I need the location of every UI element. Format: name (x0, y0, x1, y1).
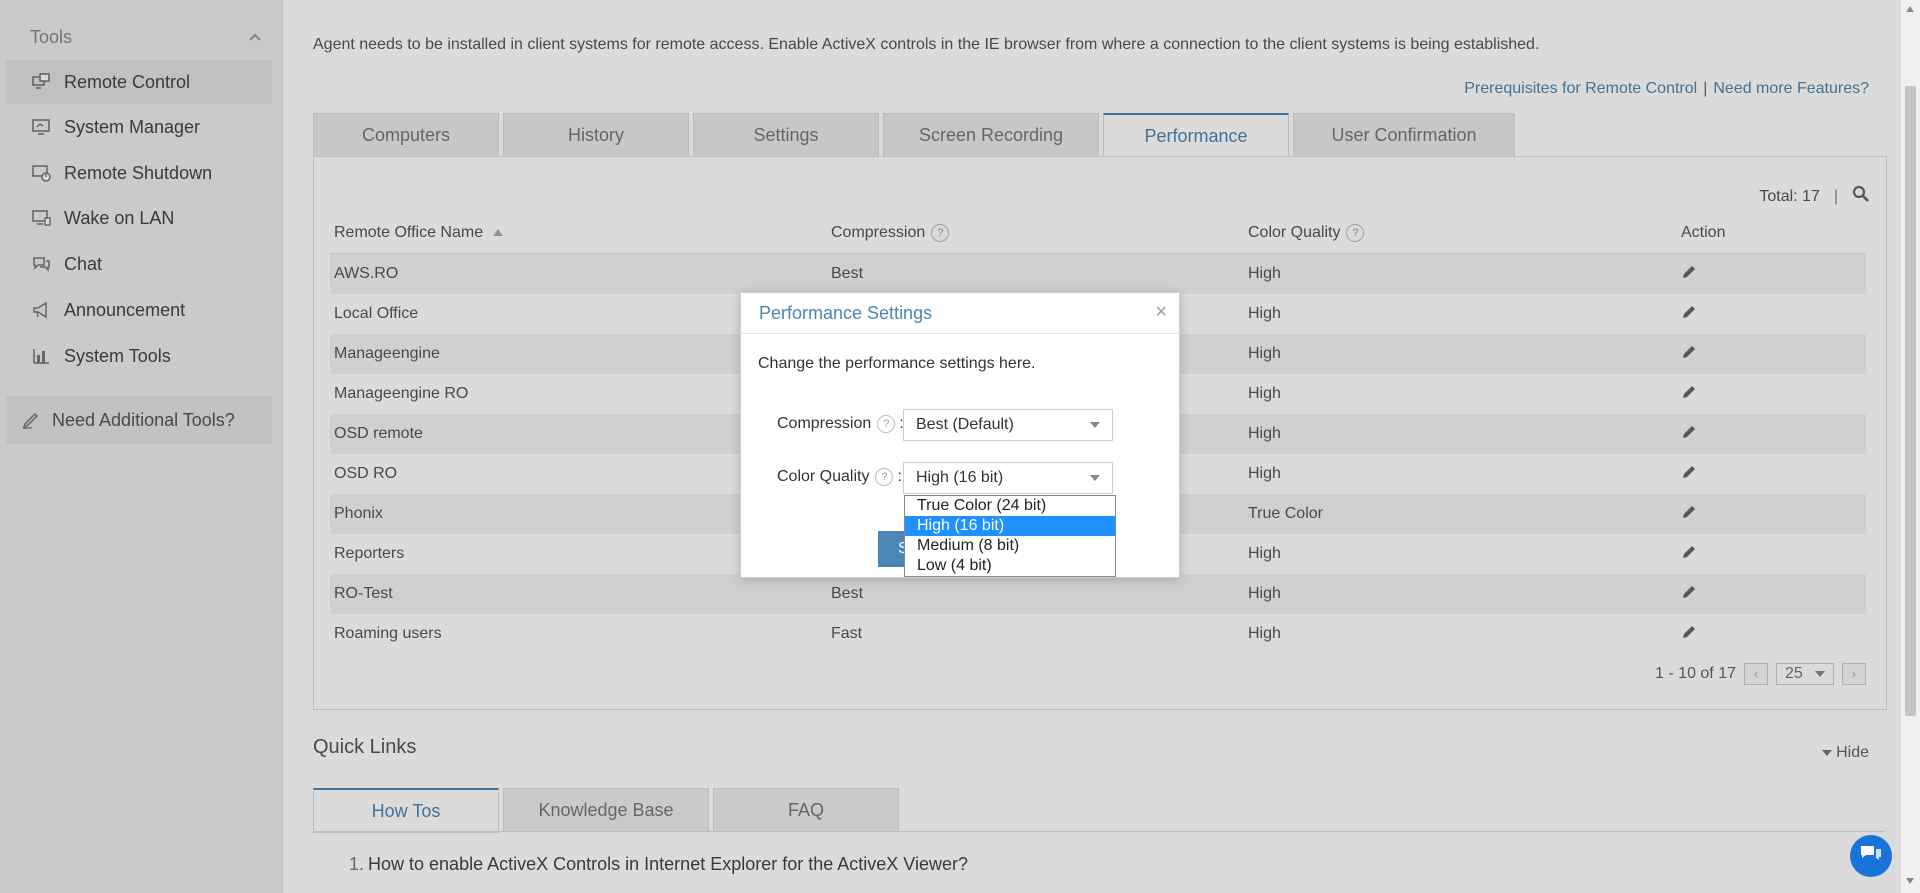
dialog-title: Performance Settings (759, 303, 933, 323)
dropdown-option[interactable]: Medium (8 bit) (905, 536, 1115, 556)
dropdown-option[interactable]: True Color (24 bit) (905, 496, 1115, 516)
color-quality-dropdown: True Color (24 bit) High (16 bit) Medium… (904, 495, 1116, 577)
help-icon[interactable]: ? (877, 415, 896, 433)
dropdown-option-selected[interactable]: High (16 bit) (905, 516, 1115, 536)
page-scrollbar[interactable] (1901, 0, 1920, 893)
dialog-divider (741, 333, 1179, 334)
dialog-description: Change the performance settings here. (758, 355, 1036, 372)
color-quality-value: High (16 bit) (916, 469, 1004, 486)
chevron-down-icon (1090, 422, 1100, 428)
chevron-down-icon (1090, 475, 1100, 481)
compression-label-text: Compression (777, 415, 872, 432)
compression-value: Best (Default) (916, 416, 1014, 433)
compression-label: Compression?: (777, 415, 904, 433)
color-quality-select[interactable]: High (16 bit) (903, 462, 1113, 494)
help-icon[interactable]: ? (875, 468, 894, 486)
live-chat-button[interactable] (1850, 835, 1892, 877)
dropdown-option[interactable]: Low (4 bit) (905, 556, 1115, 576)
scrollbar-thumb[interactable] (1905, 86, 1916, 716)
color-quality-label-text: Color Quality (777, 468, 870, 485)
color-quality-label: Color Quality?: (777, 468, 902, 486)
label-colon: : (897, 468, 902, 485)
compression-select[interactable]: Best (Default) (903, 409, 1113, 441)
scroll-down-icon[interactable] (1906, 878, 1914, 884)
scroll-up-icon[interactable] (1906, 6, 1914, 12)
close-icon[interactable]: × (1155, 301, 1167, 324)
chat-bubble-icon (1859, 843, 1883, 870)
